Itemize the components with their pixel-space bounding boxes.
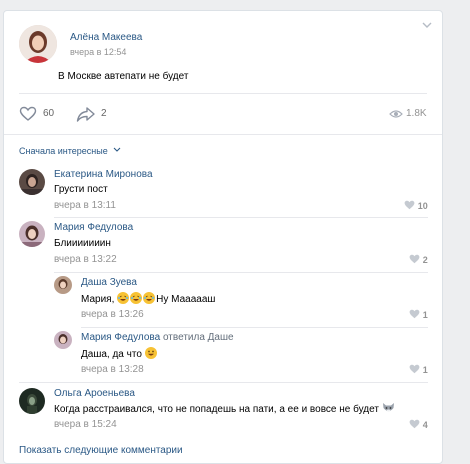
laughing-emoji-icon [117, 292, 130, 304]
heart-icon [409, 309, 420, 319]
comment-like-count: 10 [417, 201, 428, 211]
comment-header: Мария Федулова ответила Даше [81, 332, 234, 343]
heart-icon [409, 364, 420, 374]
comment-like-count: 4 [422, 420, 428, 430]
comment-like-button[interactable]: 10 [404, 200, 428, 212]
heart-icon [409, 419, 420, 429]
comment-divider [54, 217, 428, 218]
commenter-avatar[interactable] [19, 221, 45, 247]
grinning-emoji-icon [144, 347, 157, 359]
share-icon [76, 107, 95, 122]
comment-text: Даша, да что [81, 347, 158, 360]
post-share-count: 2 [101, 108, 107, 119]
comment-like-count: 1 [422, 365, 428, 375]
post-author-name[interactable]: Алёна Макеева [70, 32, 142, 43]
post-like-button[interactable]: 60 [19, 106, 67, 122]
comments-divider [4, 134, 442, 135]
comment-divider [81, 327, 428, 328]
eye-icon [389, 110, 403, 118]
comment-author[interactable]: Мария Федулова [81, 332, 160, 343]
comment-item: Мария Федулова Блииииииин вчера в 13:22 … [4, 221, 442, 271]
heart-icon [404, 200, 415, 210]
comment-text-body: Даша, да что [81, 349, 142, 360]
chevron-down-icon [113, 147, 120, 152]
comment-like-button[interactable]: 1 [409, 364, 428, 376]
comment-author[interactable]: Даша Зуева [81, 277, 137, 288]
commenter-avatar[interactable] [19, 388, 45, 414]
comment-like-count: 2 [422, 255, 428, 265]
heart-icon [19, 106, 37, 121]
laughing-emoji-icon [130, 292, 143, 304]
commenter-avatar[interactable] [19, 169, 45, 195]
commenter-avatar[interactable] [54, 331, 72, 349]
post-share-button[interactable]: 2 [76, 106, 116, 122]
comment-text: Мария, Ну Маааааш [81, 292, 215, 305]
commenter-avatar[interactable] [54, 276, 72, 294]
comment-like-button[interactable]: 4 [409, 419, 428, 431]
comment-like-count: 1 [422, 310, 428, 320]
reply-item: Даша Зуева Мария, Ну Маааааш вчера в 13:… [4, 276, 442, 326]
comment-text: Грусти пост [54, 184, 108, 195]
comment-divider [54, 272, 428, 273]
comment-time[interactable]: вчера в 13:22 [54, 254, 117, 265]
comments-sort-label: Сначала интересные [19, 146, 108, 156]
comments-sort-dropdown[interactable]: Сначала интересные [19, 146, 121, 157]
post-text: В Москве автепати не будет [58, 71, 189, 82]
post-author-avatar[interactable] [19, 25, 57, 63]
comment-like-button[interactable]: 1 [409, 309, 428, 321]
comment-item: Екатерина Миронова Грусти пост вчера в 1… [4, 166, 442, 216]
comment-author[interactable]: Екатерина Миронова [54, 169, 153, 180]
post-menu-icon[interactable] [421, 21, 433, 29]
wolf-emoji-icon [382, 402, 395, 417]
comment-like-button[interactable]: 2 [409, 254, 428, 266]
post-view-count: 1.8K [406, 108, 427, 119]
comment-time[interactable]: вчера в 13:28 [81, 364, 144, 375]
comment-text-prefix: Мария, [81, 294, 118, 305]
comment-text-body: Когда расстраивался, что не попадешь на … [54, 404, 379, 415]
post-divider [19, 93, 427, 94]
comment-text: Когда расстраивался, что не попадешь на … [54, 402, 395, 417]
comment-author[interactable]: Ольга Ароеньева [54, 388, 135, 399]
comment-author[interactable]: Мария Федулова [54, 222, 133, 233]
reply-item: Мария Федулова ответила Даше Даша, да чт… [4, 331, 442, 381]
post-like-count: 60 [43, 108, 55, 119]
comment-item: Ольга Ароеньева Когда расстраивался, что… [4, 386, 442, 436]
comment-text: Блииииииин [54, 238, 111, 249]
comment-divider [19, 382, 428, 383]
post-views: 1.8K [389, 107, 435, 121]
comment-time[interactable]: вчера в 13:26 [81, 309, 144, 320]
heart-icon [409, 254, 420, 264]
comment-time[interactable]: вчера в 13:11 [54, 200, 116, 211]
show-more-comments-link[interactable]: Показать следующие комментарии [19, 445, 183, 456]
post-time[interactable]: вчера в 12:54 [70, 47, 126, 57]
comment-time[interactable]: вчера в 15:24 [54, 419, 117, 430]
post-card: Алёна Макеева вчера в 12:54 В Москве авт… [3, 10, 443, 464]
comment-text-suffix: Ну Маааааш [156, 294, 216, 305]
laughing-emoji-icon [143, 292, 156, 304]
reply-to-label[interactable]: ответила Даше [163, 332, 234, 343]
